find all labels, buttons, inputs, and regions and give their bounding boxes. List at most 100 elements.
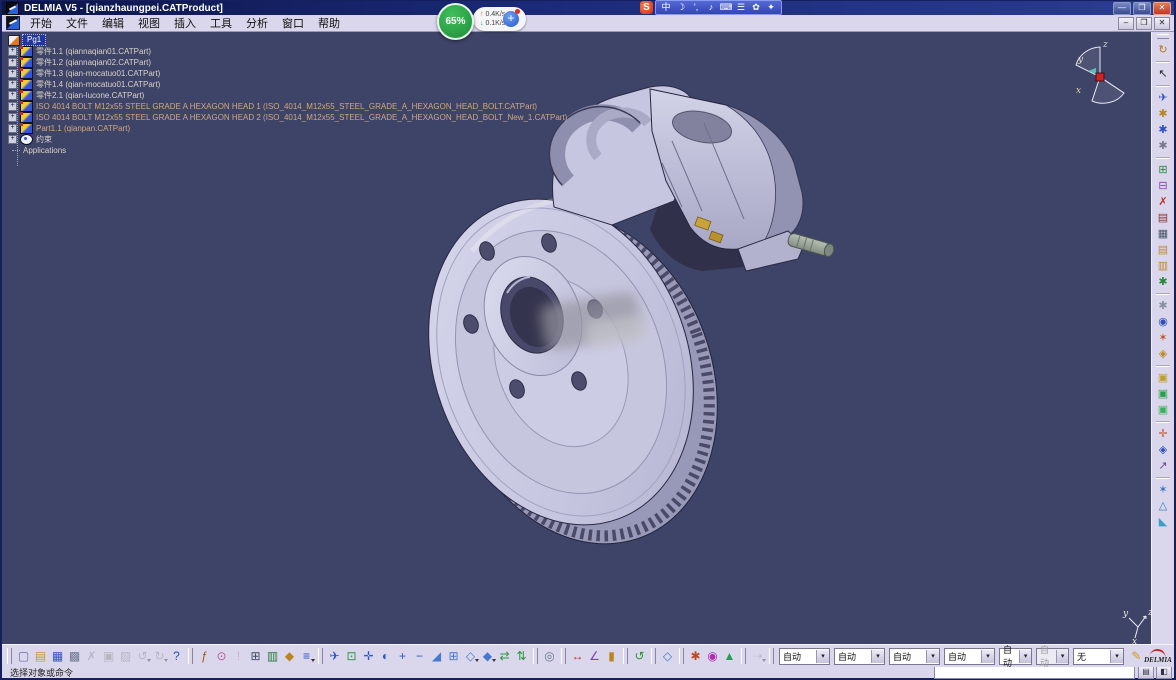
dropdown-arrow-icon[interactable]: ▾ <box>981 649 994 663</box>
multi-instantiation-button[interactable]: ✱ <box>1154 298 1172 314</box>
ime-soft-keyboard-icon[interactable]: ⌨ <box>719 2 733 13</box>
import-button[interactable]: ⊟ <box>1154 178 1172 194</box>
menu-file[interactable]: 文件 <box>59 14 95 32</box>
multi-view-button[interactable]: ⊞ <box>445 648 462 665</box>
dropdown-arrow-icon[interactable]: ▾ <box>1110 649 1123 663</box>
exit-workbench-button[interactable]: ✗ <box>1154 194 1172 210</box>
save-button[interactable]: ▦ <box>49 648 66 665</box>
reuse-pattern-button[interactable]: ◈ <box>1154 346 1172 362</box>
measure-between-button[interactable]: ↔ <box>569 648 586 665</box>
tree-item-part-1-1[interactable]: + 零件1.1 (qiannaqian01.CATPart) <box>8 46 567 57</box>
hide-show-button[interactable]: ⇄ <box>496 648 513 665</box>
catalog-folder-button[interactable]: ▤ <box>1154 242 1172 258</box>
clash-button[interactable]: ◇ <box>659 648 676 665</box>
tree-expander-icon[interactable]: + <box>8 80 17 89</box>
dropdown-arrow-icon[interactable]: ▾ <box>871 649 884 663</box>
normal-view-button[interactable]: ◢ <box>428 648 445 665</box>
tree-expander-icon[interactable]: + <box>8 102 17 111</box>
graphic-layer-select[interactable]: 无 ▾ <box>1073 647 1124 665</box>
menu-edit[interactable]: 编辑 <box>95 14 131 32</box>
graphic-linetype-select[interactable]: 自动 ▾ <box>889 647 940 665</box>
fly-button[interactable]: ✈ <box>1154 90 1172 106</box>
measure-item-button[interactable]: ∠ <box>586 648 603 665</box>
lock-button[interactable]: ◆ <box>281 648 298 665</box>
tree-expander-icon[interactable]: + <box>8 135 17 144</box>
sectioning-button[interactable]: ◣ <box>1154 514 1172 530</box>
graphic-thickness-select[interactable]: 自动 ▾ <box>944 647 995 665</box>
whats-this-button[interactable]: ? <box>168 648 185 665</box>
tree-expander-icon[interactable]: + <box>8 113 17 122</box>
menu-start[interactable]: 开始 <box>23 14 59 32</box>
tree-expander-icon[interactable]: + <box>8 58 17 67</box>
tree-item-bolt-2[interactable]: + ISO 4014 BOLT M12x55 STEEL GRADE A HEX… <box>8 112 567 123</box>
iso-view-button[interactable]: ◇ <box>462 648 479 665</box>
fit-all-in-button[interactable]: ⊡ <box>343 648 360 665</box>
3d-viewport[interactable]: z y x z y x Pg1 <box>2 31 1152 644</box>
capture-button[interactable]: ▦ <box>1154 226 1172 242</box>
open-catalog-button[interactable]: ⊞ <box>1154 162 1172 178</box>
sogou-logo-icon[interactable]: S <box>640 1 653 14</box>
apply-material-button[interactable]: ✱ <box>687 648 704 665</box>
dropdown-arrow-icon[interactable]: ▾ <box>926 649 939 663</box>
tree-expander-icon[interactable]: + <box>8 47 17 56</box>
graphic-transparency-select[interactable]: 自动 ▾ <box>834 647 885 665</box>
ime-halfmoon-icon[interactable]: ☽ <box>674 2 688 13</box>
close-button[interactable]: ✕ <box>1153 2 1171 15</box>
menu-insert[interactable]: 插入 <box>167 14 203 32</box>
update-button[interactable]: ↺ <box>631 648 648 665</box>
maximize-button[interactable]: ❐ <box>1133 2 1151 15</box>
fastener-button[interactable]: ✶ <box>1154 330 1172 346</box>
ime-skin-icon[interactable]: ✿ <box>749 2 763 13</box>
ime-punctuation-icon[interactable]: ’, <box>689 2 703 13</box>
knowledge-inspector-button[interactable]: ✱ <box>1154 106 1172 122</box>
swap-visible-space-button[interactable]: ⇅ <box>513 648 530 665</box>
child-close-button[interactable]: ✕ <box>1154 17 1170 30</box>
component-constraint-button[interactable]: ◉ <box>1154 314 1172 330</box>
percent-badge[interactable]: 65% <box>437 3 474 40</box>
clash-detection-button[interactable]: △ <box>1154 498 1172 514</box>
redo-button[interactable]: ↻ <box>151 648 168 665</box>
dropdown-arrow-icon[interactable]: ▾ <box>1019 649 1031 663</box>
dropdown-arrow-icon[interactable]: ▾ <box>816 649 829 663</box>
formula-button[interactable]: ƒ <box>196 648 213 665</box>
tree-item-part-1-4[interactable]: + 零件1.4 (qian-mocatuo01.CATPart) <box>8 79 567 90</box>
render-style-button[interactable]: ◆ <box>479 648 496 665</box>
graphic-color-select[interactable]: 自动 ▾ <box>779 647 830 665</box>
dialog-expand-icon[interactable]: ◧ <box>1156 665 1172 679</box>
print-button[interactable]: ▩ <box>66 648 83 665</box>
tree-item-part-2-1[interactable]: + 零件2.1 (qian-lucone.CATPart) <box>8 90 567 101</box>
undo-button[interactable]: ↺ <box>134 648 151 665</box>
measure-inertia-button[interactable]: ▮ <box>603 648 620 665</box>
check-analysis-button[interactable]: ! <box>230 648 247 665</box>
open-button[interactable]: ▤ <box>32 648 49 665</box>
power-input-toggle-icon[interactable]: ▤ <box>1138 665 1154 679</box>
tree-root[interactable]: Pg1 <box>8 34 567 46</box>
new-part-button[interactable]: ▣ <box>1154 402 1172 418</box>
menu-analyze[interactable]: 分析 <box>239 14 275 32</box>
knowledge-advisor-button[interactable]: ✱ <box>1154 122 1172 138</box>
tree-item-constraints[interactable]: + 约束 <box>8 134 567 145</box>
new-product-button[interactable]: ▣ <box>1154 386 1172 402</box>
power-input-field[interactable] <box>934 665 1135 679</box>
reorder-tree-button[interactable]: ▲ <box>721 648 738 665</box>
constraint-creation-button[interactable]: ⇢ <box>749 648 766 665</box>
ime-chinese-mode-icon[interactable]: 中 <box>659 2 673 13</box>
turntable-button[interactable]: ◎ <box>541 648 558 665</box>
structure-folder-button[interactable]: ▥ <box>1154 258 1172 274</box>
copy-button[interactable]: ▣ <box>100 648 117 665</box>
painter-button[interactable]: ✎ <box>1129 648 1144 665</box>
menu-tools[interactable]: 工具 <box>203 14 239 32</box>
menu-window[interactable]: 窗口 <box>275 14 311 32</box>
catalog-browser-button[interactable]: ◉ <box>704 648 721 665</box>
tree-item-part1-1[interactable]: + Part1.1 (qianpan.CATPart) <box>8 123 567 134</box>
new-component-button[interactable]: ▣ <box>1154 370 1172 386</box>
explode-button[interactable]: ✶ <box>1154 482 1172 498</box>
minimize-button[interactable]: — <box>1113 2 1131 15</box>
ime-toolbox-icon[interactable]: ☰ <box>734 2 748 13</box>
zoom-in-button[interactable]: + <box>394 648 411 665</box>
tree-expander-icon[interactable]: + <box>8 124 17 133</box>
tree-item-applications[interactable]: + Applications <box>8 145 567 156</box>
zoom-out-button[interactable]: − <box>411 648 428 665</box>
ime-wrench-icon[interactable]: ✦ <box>764 2 778 13</box>
new-document-button[interactable]: ▢ <box>15 648 32 665</box>
